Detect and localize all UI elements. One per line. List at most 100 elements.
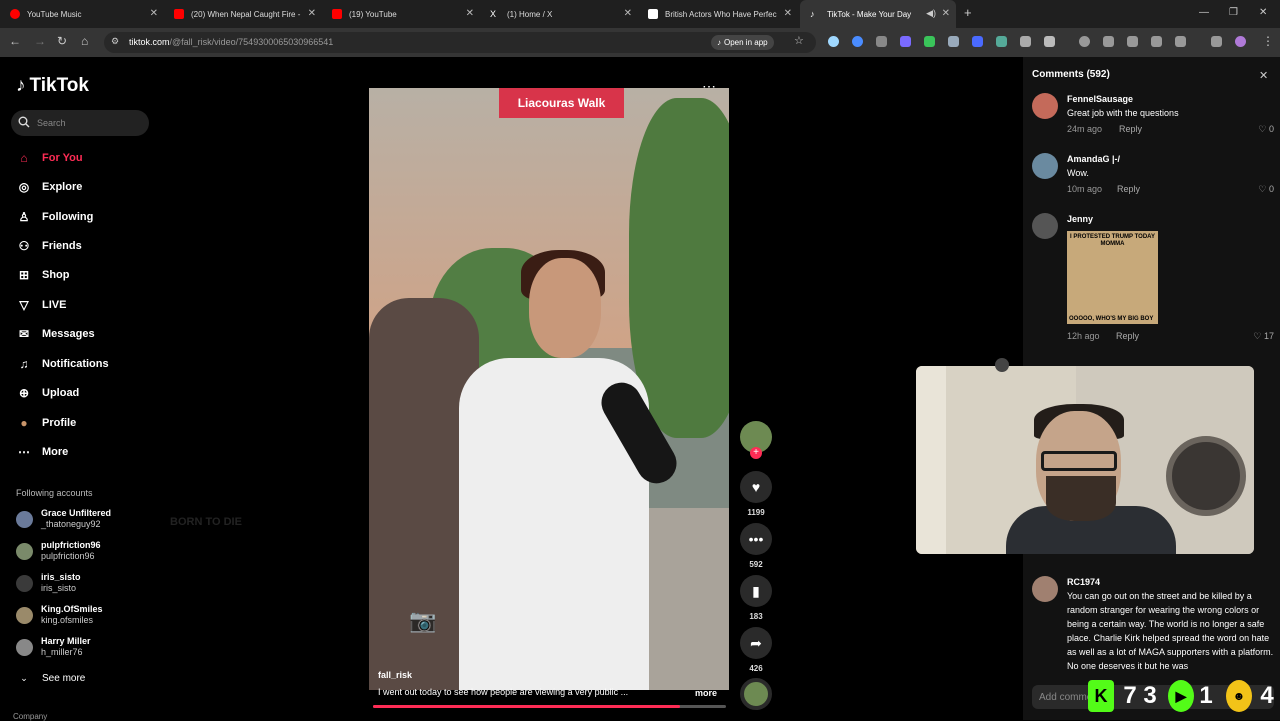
browser-menu-icon[interactable]: ⋮ [1262, 34, 1274, 48]
nav-upload[interactable]: ⊕ Upload [16, 383, 79, 403]
avatar[interactable] [1032, 213, 1058, 239]
minimize-button[interactable]: — [1199, 7, 1209, 18]
nav-following[interactable]: ♙ Following [16, 207, 94, 227]
following-account[interactable]: Harry Miller h_miller76 [16, 634, 91, 660]
profile-avatar-icon[interactable] [1235, 36, 1246, 47]
devtools-icon[interactable] [1127, 36, 1138, 47]
extension-icon[interactable] [1151, 36, 1162, 47]
extension-icon[interactable] [852, 36, 863, 47]
forward-icon[interactable]: → [34, 34, 46, 48]
see-more-button[interactable]: ⌄ See more [16, 668, 85, 688]
tab-youtube-music[interactable]: YouTube Music ✕ [0, 0, 164, 28]
nav-messages[interactable]: ✉ Messages [16, 324, 95, 344]
following-account[interactable]: iris_sisto iris_sisto [16, 570, 81, 596]
following-account[interactable]: Grace Unfiltered _thatoneguy92 [16, 506, 111, 532]
nav-profile[interactable]: ● Profile [16, 413, 76, 433]
close-tab-icon[interactable]: ✕ [624, 8, 632, 19]
tab-youtube[interactable]: (19) YouTube ✕ [322, 0, 480, 28]
comment-username[interactable]: Jenny [1067, 214, 1093, 224]
reply-button[interactable]: Reply [1117, 184, 1140, 194]
video-author[interactable]: fall_risk [378, 670, 412, 680]
tab-british-actors[interactable]: British Actors Who Have Perfec ✕ [638, 0, 798, 28]
tab-nepal-video[interactable]: (20) When Nepal Caught Fire - ✕ [164, 0, 322, 28]
following-account[interactable]: pulpfriction96 pulpfriction96 [16, 538, 101, 564]
comment-like[interactable]: ♡ 0 [1258, 124, 1274, 135]
meme-top-text: I PROTESTED TRUMP TODAY MOMMA [1070, 234, 1155, 247]
following-account[interactable]: King.OfSmiles king.ofsmiles [16, 602, 103, 628]
back-icon[interactable]: ← [9, 34, 21, 48]
tab-tiktok[interactable]: ♪ TikTok - Make Your Day ◀) ✕ [800, 0, 956, 28]
comment-time: 10m ago [1067, 184, 1103, 194]
close-icon[interactable]: ✕ [1259, 69, 1268, 82]
nav-label: Friends [42, 240, 82, 252]
close-tab-icon[interactable]: ✕ [308, 8, 316, 19]
nav-for-you[interactable]: ⌂ For You [16, 148, 82, 168]
site-info-icon[interactable]: ⚙ [111, 36, 119, 47]
open-in-app-button[interactable]: ♪ Open in app [711, 35, 774, 50]
puzzle-icon[interactable] [1044, 36, 1055, 47]
share-icon: ➦ [740, 627, 772, 659]
speaker-icon[interactable]: ◀) [926, 8, 936, 19]
nav-explore[interactable]: ◎ Explore [16, 177, 83, 197]
new-tab-button[interactable]: + [964, 5, 972, 20]
caption-more-button[interactable]: more [695, 688, 717, 698]
home-icon[interactable]: ⌂ [81, 34, 88, 48]
close-tab-icon[interactable]: ✕ [784, 8, 792, 19]
follow-plus-icon[interactable]: + [750, 447, 762, 459]
extension-icon[interactable] [972, 36, 983, 47]
extension-icon[interactable] [900, 36, 911, 47]
like-button[interactable]: ♥ 1199 [740, 471, 772, 517]
reading-list-icon[interactable] [1211, 36, 1222, 47]
url-text[interactable]: tiktok.com/@fall_risk/video/754930006503… [129, 37, 333, 47]
nav-shop[interactable]: ⊞ Shop [16, 265, 70, 285]
video-more-options-icon[interactable]: ⋯ [702, 78, 716, 95]
nav-notifications[interactable]: ♫ Notifications [16, 354, 109, 374]
nav-more[interactable]: ⋯ More [16, 442, 68, 462]
nav-friends[interactable]: ⚇ Friends [16, 236, 82, 256]
music-disc-icon[interactable] [740, 678, 772, 710]
account-name: Grace Unfiltered [41, 508, 112, 518]
comment-count: 592 [749, 560, 763, 569]
share-button[interactable]: ➦ 426 [740, 627, 772, 673]
reply-button[interactable]: Reply [1116, 331, 1139, 341]
avatar [16, 510, 33, 528]
bookmark-star-icon[interactable]: ☆ [794, 34, 804, 47]
comments-title: Comments (592) [1032, 69, 1110, 80]
comment-like[interactable]: ♡ 17 [1253, 331, 1274, 342]
extension-icon[interactable] [948, 36, 959, 47]
nav-live[interactable]: ▽ LIVE [16, 295, 66, 315]
extension-icon[interactable] [828, 36, 839, 47]
extension-icon[interactable] [996, 36, 1007, 47]
video-progress-bar[interactable] [373, 705, 726, 708]
messages-icon: ✉ [18, 327, 30, 341]
more-icon: ⋯ [18, 445, 30, 459]
search-input[interactable]: Search [11, 110, 149, 136]
tiktok-logo[interactable]: ♪ TikTok [16, 75, 89, 97]
nav-label: Shop [42, 269, 70, 281]
save-button[interactable]: ▮ 183 [740, 575, 772, 621]
avatar[interactable] [1032, 93, 1058, 119]
comment-username[interactable]: AmandaG |-/ [1067, 154, 1120, 164]
history-icon[interactable] [1079, 36, 1090, 47]
tab-x-home[interactable]: X (1) Home / X ✕ [480, 0, 638, 28]
comment-button[interactable]: ••• 592 [740, 523, 772, 569]
extension-icon[interactable] [1103, 36, 1114, 47]
comment-meme-image[interactable]: I PROTESTED TRUMP TODAY MOMMA OOOOO, WHO… [1067, 231, 1158, 324]
video-player[interactable]: Liacouras Walk 📷 [369, 88, 729, 690]
close-tab-icon[interactable]: ✕ [466, 8, 474, 19]
reload-icon[interactable]: ↻ [57, 34, 67, 48]
restore-button[interactable]: ❐ [1229, 7, 1238, 18]
avatar[interactable] [1032, 153, 1058, 179]
close-tab-icon[interactable]: ✕ [150, 8, 158, 19]
extension-icon[interactable] [876, 36, 887, 47]
reply-button[interactable]: Reply [1119, 124, 1142, 134]
comment-like[interactable]: ♡ 0 [1258, 184, 1274, 195]
comment-username[interactable]: RC1974 [1067, 577, 1100, 587]
extension-icon[interactable] [1175, 36, 1186, 47]
extension-icon[interactable] [924, 36, 935, 47]
avatar[interactable] [1032, 576, 1058, 602]
close-tab-icon[interactable]: ✕ [942, 8, 950, 19]
window-close-button[interactable]: ✕ [1259, 7, 1267, 18]
comment-username[interactable]: FennelSausage [1067, 94, 1133, 104]
extension-icon[interactable] [1020, 36, 1031, 47]
